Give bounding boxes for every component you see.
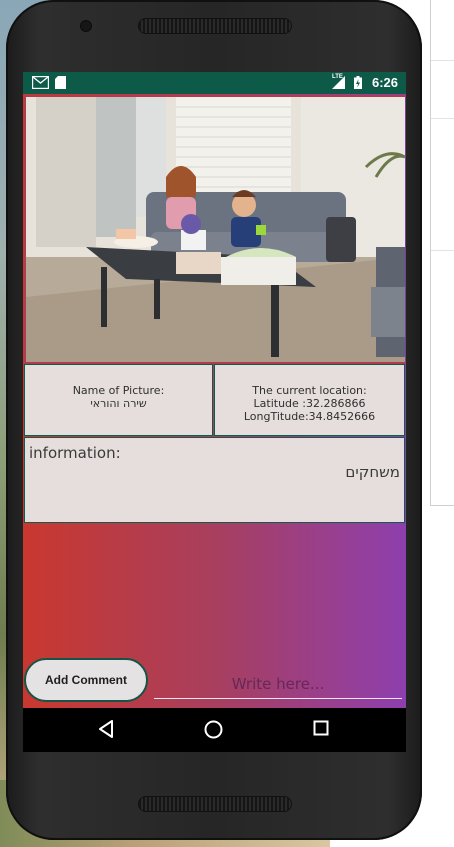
status-bar: LTE 6:26 xyxy=(23,72,406,94)
location-label: The current location: xyxy=(252,384,367,397)
bottom-speaker xyxy=(138,796,292,812)
front-camera xyxy=(80,20,92,32)
back-icon[interactable] xyxy=(98,720,114,738)
picture-image xyxy=(24,95,406,364)
picture-details-screen: Name of Picture: שירה והוראי The current… xyxy=(23,94,406,708)
home-icon[interactable] xyxy=(204,720,223,739)
battery-charging-icon xyxy=(354,76,362,89)
signal-icon xyxy=(332,76,345,89)
information-value: משחקים xyxy=(345,463,400,481)
top-speaker xyxy=(138,18,292,34)
picture-name-label: Name of Picture: xyxy=(72,384,165,397)
picture-name-box: Name of Picture: שירה והוראי xyxy=(24,364,213,436)
patio-photo xyxy=(26,97,405,362)
recents-icon[interactable] xyxy=(313,720,329,736)
device-screen: LTE 6:26 Name of Picture: שירה והוראי Th… xyxy=(23,72,406,752)
information-box: information: משחקים xyxy=(24,437,405,523)
sd-card-icon xyxy=(55,76,66,89)
gmail-icon xyxy=(32,76,49,89)
comment-input[interactable] xyxy=(154,670,402,699)
information-label: information: xyxy=(29,444,121,462)
longitude-text: LongTitude:34.8452666 xyxy=(243,410,376,423)
add-comment-button[interactable]: Add Comment xyxy=(24,658,148,702)
latitude-text: Latitude :32.286866 xyxy=(253,397,366,410)
location-box: The current location: Latitude :32.28686… xyxy=(214,364,405,436)
picture-name-value: שירה והוראי xyxy=(90,397,147,410)
navigation-bar xyxy=(23,708,406,752)
status-time: 6:26 xyxy=(371,75,398,90)
background-window xyxy=(430,0,454,506)
